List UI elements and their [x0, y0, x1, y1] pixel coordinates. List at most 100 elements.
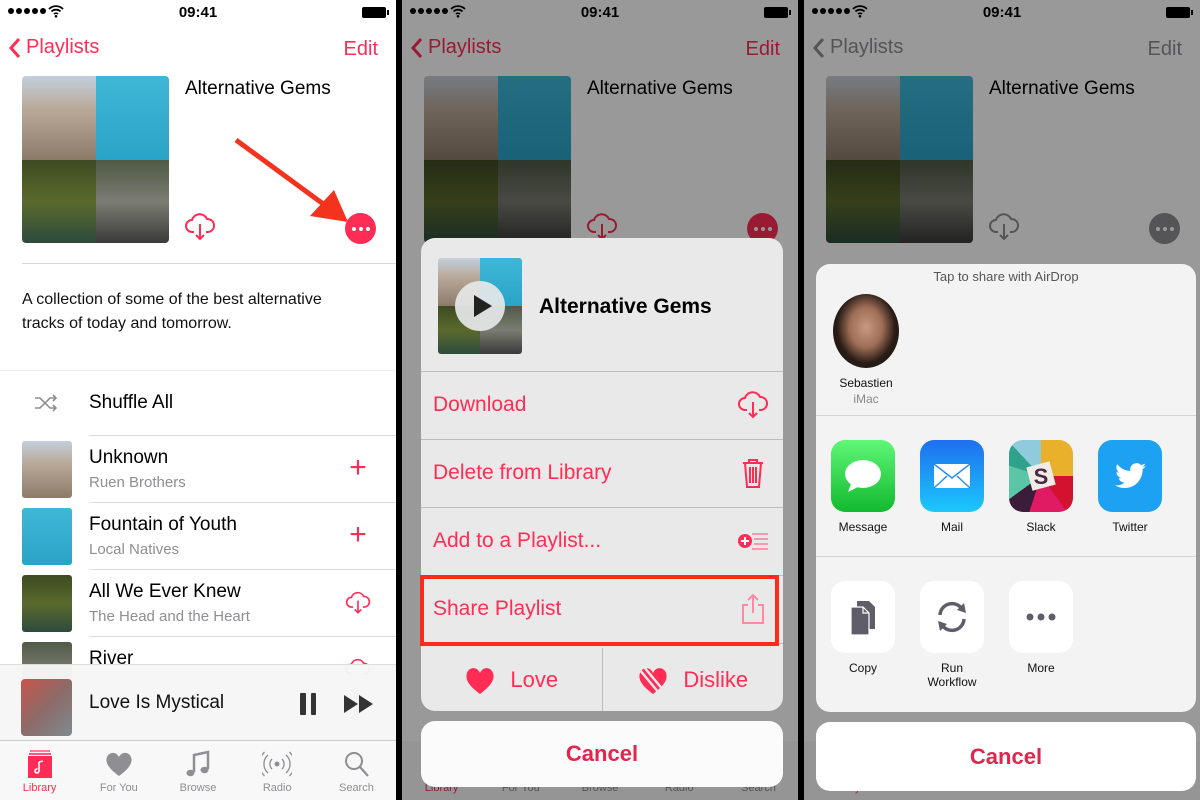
app-label: Mail [940, 520, 963, 534]
share-app-message[interactable]: Message [831, 440, 895, 534]
fast-forward-button[interactable] [344, 695, 374, 713]
back-button[interactable]: Playlists [410, 36, 501, 59]
track-artist: Local Natives [89, 541, 180, 558]
copy-icon [850, 601, 875, 636]
delete-from-library-action[interactable]: Delete from Library [421, 440, 783, 508]
tab-radio[interactable]: Radio [238, 741, 317, 800]
track-artwork [22, 575, 72, 632]
action-label: Run Workflow [927, 661, 977, 689]
svg-text:S: S [1034, 464, 1049, 489]
avatar [833, 294, 899, 368]
action-label: Add to a Playlist... [433, 529, 602, 552]
track-artist: Ruen Brothers [89, 474, 186, 491]
share-apps-row: Message Mail S Slack Twitter [831, 440, 1162, 534]
app-label: Slack [1026, 520, 1056, 534]
tab-bar: Library For You Browse Radio Search [0, 741, 396, 800]
tab-label: Radio [262, 782, 292, 794]
tab-browse[interactable]: Browse [158, 741, 237, 800]
airdrop-contact[interactable]: Sebastien iMac [831, 294, 901, 406]
action-sheet-screen: 09:41 Playlists Edit Alternative Gems Li… [402, 0, 798, 800]
share-app-twitter[interactable]: Twitter [1098, 440, 1162, 534]
love-dislike-row: Love Dislike [421, 648, 783, 711]
shuffle-icon [35, 394, 58, 412]
add-icon[interactable]: + [345, 520, 371, 550]
shuffle-all-button[interactable]: Shuffle All [0, 384, 396, 424]
add-to-playlist-icon [738, 533, 768, 550]
mail-icon [933, 463, 971, 489]
love-button[interactable]: Love [421, 648, 602, 711]
track-name: Unknown [89, 447, 169, 468]
tab-label: Library [22, 782, 57, 794]
twitter-icon [1115, 463, 1146, 489]
tab-label: Search [338, 782, 374, 794]
edit-button[interactable]: Edit [746, 38, 780, 61]
library-icon [27, 750, 52, 778]
playlist-artwork [424, 76, 571, 243]
dislike-label: Dislike [683, 666, 749, 692]
heart-icon [106, 752, 132, 776]
cancel-button[interactable]: Cancel [421, 721, 783, 787]
playlist-title: Alternative Gems [587, 78, 733, 99]
nav-bar: Playlists Edit [0, 36, 396, 68]
cloud-download-icon[interactable] [345, 590, 371, 616]
divider [0, 370, 396, 371]
battery-icon [362, 7, 389, 18]
divider [22, 263, 396, 264]
mini-player[interactable]: Love Is Mystical [0, 664, 396, 741]
status-bar: 09:41 [402, 0, 798, 26]
edit-button: Edit [1147, 38, 1182, 60]
share-action-more[interactable]: More [1009, 581, 1073, 689]
play-button[interactable] [455, 281, 505, 331]
workflow-icon [938, 601, 966, 633]
cloud-download-icon[interactable] [184, 212, 216, 242]
pause-button[interactable] [300, 693, 316, 715]
chevron-left-icon [8, 37, 21, 58]
track-row[interactable]: Unknown Ruen Brothers + [0, 436, 396, 503]
track-name: All We Ever Knew [89, 581, 241, 602]
playlist-artwork [826, 76, 973, 243]
tab-label: Browse [179, 782, 217, 794]
share-action-copy[interactable]: Copy [831, 581, 895, 689]
share-actions-row: Copy Run Workflow More [831, 581, 1073, 689]
airdrop-title: Tap to share with AirDrop [933, 269, 1079, 284]
back-label: Playlists [428, 36, 502, 58]
status-bar: 09:41 [804, 0, 1200, 26]
status-time: 09:41 [982, 4, 1022, 21]
app-label: Message [838, 520, 888, 534]
action-label: More [1027, 661, 1055, 675]
tab-search[interactable]: Search [317, 741, 396, 800]
more-options-button[interactable] [345, 213, 376, 244]
share-sheet-screen: 09:41 Playlists Edit Alternative Gems Li… [804, 0, 1200, 800]
add-to-playlist-action[interactable]: Add to a Playlist... [421, 508, 783, 576]
edit-button[interactable]: Edit [344, 38, 378, 61]
back-label: Playlists [26, 36, 100, 58]
cancel-button[interactable]: Cancel [816, 722, 1196, 791]
heart-icon [466, 667, 494, 694]
tab-library[interactable]: Library [0, 741, 79, 800]
share-app-mail[interactable]: Mail [920, 440, 984, 534]
now-playing-title: Love Is Mystical [89, 692, 225, 713]
dislike-icon [638, 665, 667, 694]
track-row[interactable]: Fountain of Youth Local Natives + [0, 503, 396, 570]
nav-bar: Playlists Edit [402, 36, 798, 68]
tab-for-you[interactable]: For You [79, 741, 158, 800]
nav-bar: Playlists Edit [804, 36, 1200, 68]
playlist-title: Alternative Gems [989, 78, 1135, 99]
share-sheet: Tap to share with AirDrop Sebastien iMac… [816, 264, 1196, 712]
divider [816, 556, 1196, 557]
share-action-run-workflow[interactable]: Run Workflow [920, 581, 984, 689]
battery-icon [1166, 7, 1193, 18]
track-artwork [22, 441, 72, 498]
action-label: Delete from Library [433, 461, 612, 484]
add-icon[interactable]: + [345, 453, 371, 483]
message-icon [845, 460, 881, 492]
action-sheet-header: Alternative Gems [421, 238, 783, 372]
share-app-slack[interactable]: S Slack [1009, 440, 1073, 534]
download-action[interactable]: Download [421, 372, 783, 440]
battery-icon [764, 7, 791, 18]
dislike-button[interactable]: Dislike [601, 648, 784, 711]
back-button[interactable]: Playlists [8, 36, 99, 59]
now-playing-artwork [21, 679, 72, 736]
track-row[interactable]: All We Ever Knew The Head and the Heart [0, 570, 396, 637]
chevron-left-icon [812, 37, 825, 58]
